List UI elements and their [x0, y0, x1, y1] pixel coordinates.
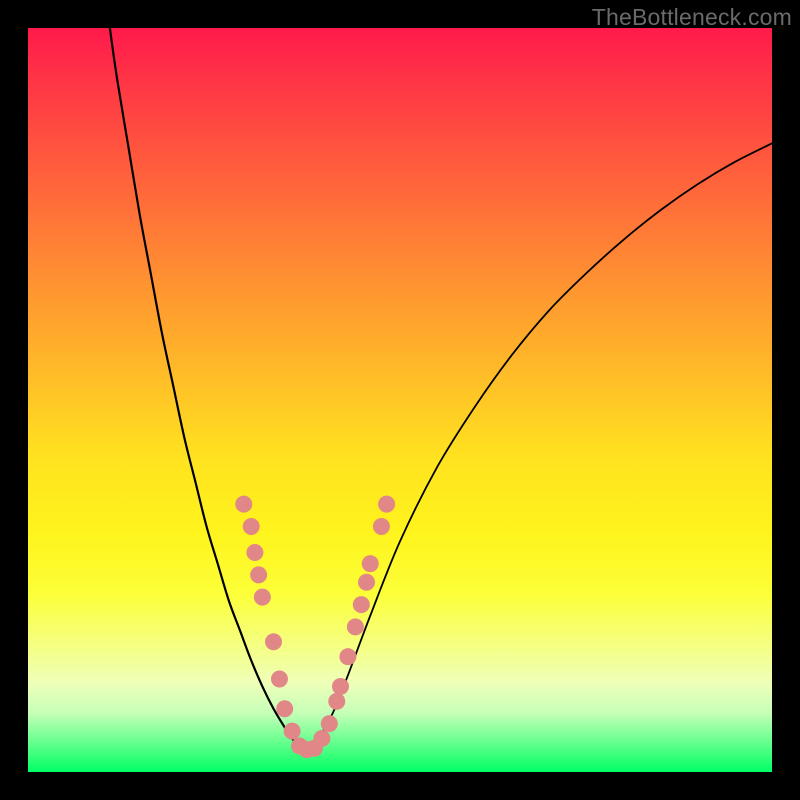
scatter-dot: [373, 518, 390, 535]
scatter-dot: [276, 700, 293, 717]
scatter-dot: [243, 518, 260, 535]
right-curve: [307, 143, 772, 749]
scatter-dot: [358, 574, 375, 591]
scatter-dot: [339, 648, 356, 665]
scatter-dot: [254, 589, 271, 606]
scatter-dot: [332, 678, 349, 695]
scatter-dots: [235, 496, 395, 759]
scatter-dot: [328, 693, 345, 710]
chart-frame: [28, 28, 772, 772]
watermark-text: TheBottleneck.com: [592, 4, 792, 31]
scatter-dot: [378, 496, 395, 513]
scatter-dot: [246, 544, 263, 561]
scatter-dot: [250, 566, 267, 583]
scatter-dot: [313, 730, 330, 747]
scatter-dot: [284, 723, 301, 740]
scatter-dot: [353, 596, 370, 613]
scatter-dot: [347, 618, 364, 635]
scatter-dot: [235, 496, 252, 513]
scatter-dot: [265, 633, 282, 650]
scatter-dot: [362, 555, 379, 572]
bottleneck-plot: [28, 28, 772, 772]
scatter-dot: [321, 715, 338, 732]
scatter-dot: [271, 671, 288, 688]
